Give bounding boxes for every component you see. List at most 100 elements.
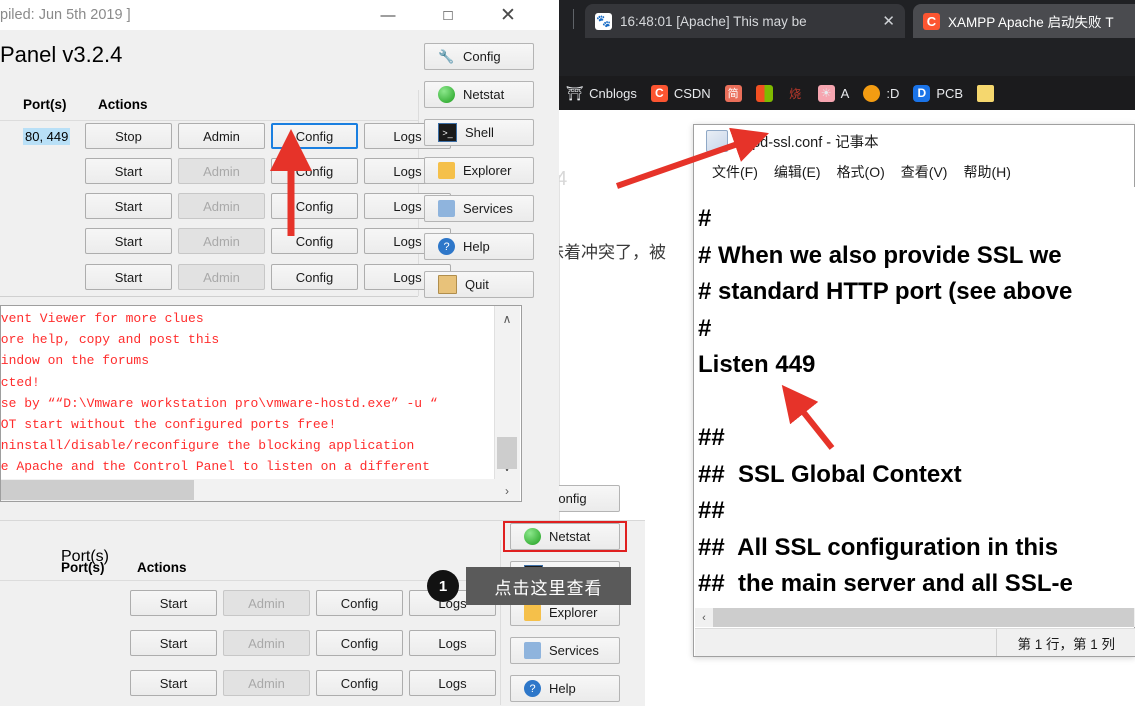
admin-button: Admin: [178, 158, 265, 184]
callout-text: 点击这里查看: [494, 578, 603, 598]
bg-help-side-button[interactable]: ? Help: [510, 675, 620, 702]
log-scroll-thumb[interactable]: [497, 437, 517, 469]
quit-side-button[interactable]: Quit: [424, 271, 534, 298]
netstat-side-button[interactable]: Netstat: [424, 81, 534, 108]
side-label: Shell: [465, 125, 494, 140]
notepad-menubar: 文件(F) 编辑(E) 格式(O) 查看(V) 帮助(H): [694, 158, 1134, 186]
bg-start-button[interactable]: Start: [130, 630, 217, 656]
bg-side-label: Explorer: [549, 605, 598, 620]
log-top-clip: [1, 306, 493, 316]
notepad-hscroll-thumb[interactable]: [713, 608, 1134, 627]
help-side-button[interactable]: ? Help: [424, 233, 534, 260]
bookmark-windows[interactable]: [749, 76, 780, 110]
window-title: piled: Jun 5th 2019 ]: [0, 7, 131, 23]
window-titlebar[interactable]: piled: Jun 5th 2019 ] — □ ✕: [0, 0, 559, 30]
start-button[interactable]: Start: [85, 158, 172, 184]
bg-logs-button[interactable]: Logs: [409, 630, 496, 656]
close-button[interactable]: ✕: [485, 0, 531, 30]
bookmark-folder[interactable]: [970, 76, 1001, 110]
bookmark-cnblogs[interactable]: ⛩ Cnblogs: [559, 76, 644, 110]
maximize-button[interactable]: □: [425, 0, 471, 30]
column-header-actions: Actions: [98, 97, 148, 112]
shell-side-button[interactable]: >_ Shell: [424, 119, 534, 146]
side-label: Quit: [465, 277, 489, 292]
admin-button[interactable]: Admin: [178, 123, 265, 149]
side-label: Config: [463, 49, 501, 64]
config-button[interactable]: Config: [271, 193, 358, 219]
bookmark-label: CSDN: [673, 85, 711, 101]
bg-start-button[interactable]: Start: [130, 670, 217, 696]
menu-file[interactable]: 文件(F): [704, 162, 766, 182]
admin-button: Admin: [178, 264, 265, 290]
services-icon: [438, 200, 455, 217]
scroll-left-icon[interactable]: ‹: [695, 608, 713, 627]
menu-edit[interactable]: 编辑(E): [766, 162, 829, 182]
bookmark-drop[interactable]: :D: [856, 76, 906, 110]
bookmark-label: :D: [886, 85, 900, 101]
bg-start-button[interactable]: Start: [130, 590, 217, 616]
bg-config-button[interactable]: Config: [316, 590, 403, 616]
explorer-side-button[interactable]: Explorer: [424, 157, 534, 184]
close-icon[interactable]: ✕: [882, 14, 895, 29]
bookmark-avatar[interactable]: ☀ A: [811, 76, 857, 110]
bookmark-label: Cnblogs: [589, 85, 637, 101]
bg-col-header-actions: Actions: [137, 560, 187, 575]
bookmark-pcb[interactable]: D PCB: [906, 76, 970, 110]
config-side-button[interactable]: 🔧 Config: [424, 43, 534, 70]
stop-button[interactable]: Stop: [85, 123, 172, 149]
page-title: Panel v3.2.4: [0, 42, 123, 67]
notepad-icon: [706, 130, 728, 152]
bg-vertical-rule: [500, 540, 501, 705]
bg-col-header-ports: Port(s): [61, 560, 105, 575]
start-button[interactable]: Start: [85, 264, 172, 290]
terminal-icon: >_: [438, 123, 457, 142]
start-button[interactable]: Start: [85, 193, 172, 219]
config-button[interactable]: Config: [271, 264, 358, 290]
cnblogs-icon: ⛩: [565, 84, 584, 101]
scroll-up-icon[interactable]: ∧: [494, 312, 520, 326]
bookmark-flame[interactable]: 烧: [780, 76, 811, 110]
bookmark-jianshu[interactable]: 简: [718, 76, 749, 110]
notepad-text-area[interactable]: # # When we also provide SSL we # standa…: [695, 187, 1135, 613]
config-button[interactable]: Config: [271, 228, 358, 254]
bg-admin-button: Admin: [223, 670, 310, 696]
services-side-button[interactable]: Services: [424, 195, 534, 222]
csdn-icon: C: [923, 12, 940, 30]
admin-button: Admin: [178, 228, 265, 254]
column-header-ports: Port(s): [23, 97, 67, 112]
wrench-icon: 🔧: [438, 48, 455, 64]
scroll-right-icon[interactable]: ›: [494, 484, 520, 498]
menu-view[interactable]: 查看(V): [893, 162, 956, 182]
config-button[interactable]: Config: [271, 158, 358, 184]
bg-logs-button[interactable]: Logs: [409, 670, 496, 696]
tab-apache-log[interactable]: 🐾 16:48:01 [Apache] This may be ✕: [585, 4, 905, 38]
menu-format[interactable]: 格式(O): [829, 162, 893, 182]
minimize-button[interactable]: —: [365, 0, 411, 30]
tab-xampp-article[interactable]: C XAMPP Apache 启动失败 T: [913, 4, 1135, 38]
menu-help[interactable]: 帮助(H): [955, 162, 1018, 182]
side-label: Netstat: [463, 87, 505, 102]
bg-services-side-button[interactable]: Services: [510, 637, 620, 664]
config-button[interactable]: Config: [271, 123, 358, 149]
log-output-area[interactable]: Event Viewer for more clues more help, c…: [0, 305, 522, 502]
log-hscroll-thumb[interactable]: [1, 480, 194, 500]
bookmark-csdn[interactable]: C CSDN: [644, 76, 718, 110]
help-icon: ?: [524, 680, 541, 697]
bg-config-button[interactable]: Config: [316, 670, 403, 696]
bg-admin-button: Admin: [223, 630, 310, 656]
side-label: Help: [463, 239, 490, 254]
xampp-control-panel-window: piled: Jun 5th 2019 ] — □ ✕ Panel v3.2.4…: [0, 0, 559, 520]
globe-icon: [438, 86, 455, 103]
annotation-callout: 点击这里查看: [466, 567, 631, 605]
notepad-titlebar[interactable]: httpd-ssl.conf - 记事本: [694, 125, 1134, 157]
avatar-icon: ☀: [817, 84, 835, 102]
jianshu-icon: 简: [724, 84, 742, 102]
bookmark-label: PCB: [936, 85, 964, 101]
bg-config-button[interactable]: Config: [316, 630, 403, 656]
start-button[interactable]: Start: [85, 228, 172, 254]
help-icon: ?: [438, 238, 455, 255]
grid-bottom-rule: [0, 296, 418, 297]
bg-header-rule: [0, 580, 500, 581]
admin-button: Admin: [178, 193, 265, 219]
ports-value: 80, 449: [23, 128, 71, 145]
